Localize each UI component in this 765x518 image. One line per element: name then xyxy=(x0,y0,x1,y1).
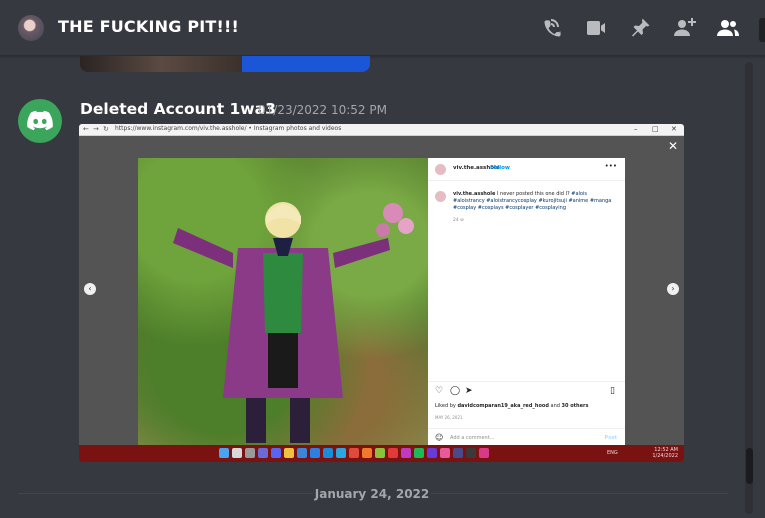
windows-start-icon xyxy=(219,448,229,458)
terminal-icon xyxy=(466,448,476,458)
reload-icon: ↻ xyxy=(103,125,109,133)
more-options-icon: ••• xyxy=(604,162,617,170)
taskbar-language: ENG xyxy=(607,450,618,456)
caption-age: 24 w xyxy=(453,218,464,223)
discord-logo-icon xyxy=(27,110,53,131)
author-name[interactable]: Deleted Account 1wa3 xyxy=(80,100,276,118)
prev-post-icon: ‹ xyxy=(84,283,96,295)
cortana-icon xyxy=(323,448,333,458)
image-attachment[interactable]: ← → ↻ https://www.instagram.com/viv.the.… xyxy=(79,124,684,462)
firefox-icon xyxy=(362,448,372,458)
liked-user: davidcomparan19_aka_red_hood xyxy=(457,403,549,409)
modal-close-icon: ✕ xyxy=(667,139,678,153)
channel-header: THE FUCKING PIT!!! xyxy=(0,0,765,56)
edge-icon xyxy=(336,448,346,458)
video-icon[interactable] xyxy=(584,16,608,40)
previous-attachment[interactable] xyxy=(80,56,370,72)
liked-others: 30 others xyxy=(561,403,589,409)
post-date: MAY 26, 2021 xyxy=(435,415,463,420)
scrollbar-track[interactable] xyxy=(745,62,753,514)
post-actions: ♡ ◯ ➤ ▯ xyxy=(428,381,625,401)
add-member-icon[interactable] xyxy=(672,16,696,40)
minimize-icon: – xyxy=(634,125,638,133)
post-caption: viv.the.asshole I never posted this one … xyxy=(453,191,618,212)
comment-icon: ◯ xyxy=(450,386,461,396)
member-list-icon[interactable] xyxy=(716,16,740,40)
pin-icon[interactable] xyxy=(628,16,652,40)
liked-by: Liked by davidcomparan19_aka_red_hood an… xyxy=(435,403,588,409)
app-l-icon xyxy=(310,448,320,458)
browser-url: https://www.instagram.com/viv.the.asshol… xyxy=(115,125,342,132)
calls-icon[interactable] xyxy=(540,16,564,40)
maximize-icon: □ xyxy=(652,125,659,133)
instagram-post-panel: viv.the.asshole Follow ••• viv.the.assho… xyxy=(428,158,625,447)
app-purple-icon xyxy=(401,448,411,458)
instagram-icon xyxy=(479,448,489,458)
discord-taskbar-icon xyxy=(271,448,281,458)
previous-image xyxy=(80,56,242,72)
previous-embed xyxy=(242,56,370,72)
channel-title: THE FUCKING PIT!!! xyxy=(58,17,239,36)
emoji-icon: ☺ xyxy=(435,433,444,442)
cosplay-photo xyxy=(138,158,428,447)
share-icon: ➤ xyxy=(465,386,473,396)
file-explorer-icon xyxy=(284,448,294,458)
forward-icon: → xyxy=(93,125,99,133)
windows-taskbar: ENG 12:52 AM 1/24/2022 xyxy=(79,445,684,462)
cosplay-figure xyxy=(173,202,414,443)
window-edge xyxy=(759,18,765,42)
heart-icon: ♡ xyxy=(435,386,444,396)
follow-button: Follow xyxy=(490,165,510,171)
taskbar-clock: 12:52 AM 1/24/2022 xyxy=(652,447,678,459)
message-timestamp: 01/23/2022 10:52 PM xyxy=(258,103,387,117)
chrome-icon xyxy=(349,448,359,458)
instagram-modal-backdrop: ✕ ‹ › viv.the.asshole Follow ••• viv.the… xyxy=(79,136,684,447)
caption-avatar xyxy=(435,191,446,202)
post-header: viv.the.asshole Follow ••• xyxy=(428,158,625,181)
scrollbar-thumb[interactable] xyxy=(746,448,753,484)
taskbar-icons xyxy=(219,448,489,459)
browser-titlebar: ← → ↻ https://www.instagram.com/viv.the.… xyxy=(79,124,684,136)
app-pink-icon xyxy=(440,448,450,458)
next-post-icon: › xyxy=(667,283,679,295)
twitch-icon xyxy=(427,448,437,458)
window-close-icon: ✕ xyxy=(671,125,677,133)
poster-avatar xyxy=(435,164,446,175)
liked-prefix: Liked by xyxy=(435,403,456,409)
channel-avatar[interactable] xyxy=(18,15,44,41)
post-comment-button: Post xyxy=(604,435,617,441)
search-icon xyxy=(232,448,242,458)
caption-username: viv.the.asshole xyxy=(453,191,496,197)
taskbar-date: 1/24/2022 xyxy=(652,452,678,459)
widgets-icon xyxy=(258,448,268,458)
store-icon xyxy=(297,448,307,458)
task-view-icon xyxy=(245,448,255,458)
comment-placeholder: Add a comment... xyxy=(450,435,495,441)
liked-and: and xyxy=(550,403,560,409)
spotify-icon xyxy=(414,448,424,458)
back-icon: ← xyxy=(83,125,89,133)
app-red-icon xyxy=(388,448,398,458)
date-divider-label: January 24, 2022 xyxy=(313,486,431,502)
app-green-icon xyxy=(375,448,385,458)
bookmark-icon: ▯ xyxy=(610,386,615,396)
steam-icon xyxy=(453,448,463,458)
caption-text: I never posted this one did I? xyxy=(496,191,570,197)
author-avatar[interactable] xyxy=(18,99,62,143)
